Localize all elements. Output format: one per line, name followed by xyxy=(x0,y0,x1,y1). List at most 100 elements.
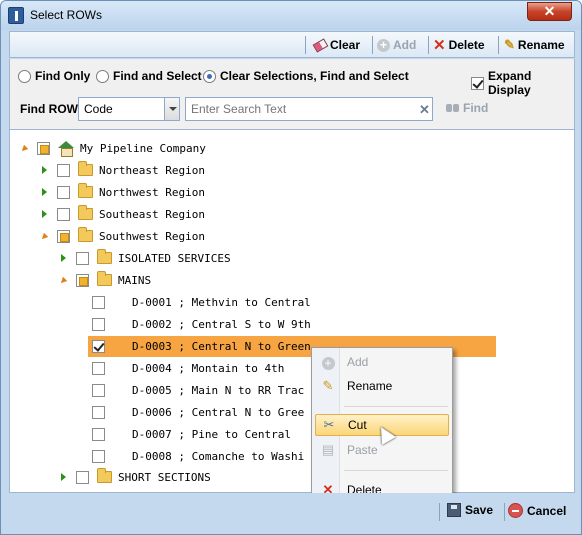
folder-icon xyxy=(78,183,93,198)
tree-node-row[interactable]: D-0001 ; Methvin to Central xyxy=(92,292,311,312)
close-button[interactable]: ✕ xyxy=(527,2,572,21)
node-label: Southwest Region xyxy=(99,229,205,243)
find-button[interactable]: Find xyxy=(446,101,488,115)
tree-node-row[interactable]: D-0006 ; Central N to Gree xyxy=(92,402,304,422)
expand-arrow-icon[interactable] xyxy=(39,165,49,175)
tree-node-northeast[interactable]: Northeast Region xyxy=(39,160,205,180)
node-label: ISOLATED SERVICES xyxy=(118,251,231,265)
menu-item-rename[interactable]: ✎ Rename xyxy=(315,375,449,397)
delete-icon: ✕ xyxy=(433,36,446,54)
node-checkbox[interactable] xyxy=(76,273,89,287)
node-checkbox[interactable] xyxy=(92,361,105,375)
add-button[interactable]: + Add xyxy=(377,36,416,54)
window-title: Select ROWs xyxy=(30,8,103,22)
radio-clear-find-select[interactable]: Clear Selections, Find and Select xyxy=(203,69,409,83)
node-checkbox[interactable] xyxy=(37,141,50,155)
binoculars-icon xyxy=(446,104,459,112)
expand-arrow-icon[interactable] xyxy=(58,275,68,285)
cancel-label: Cancel xyxy=(527,503,567,518)
radio-indicator xyxy=(203,69,216,83)
node-label: Northeast Region xyxy=(99,163,205,177)
folder-icon xyxy=(78,161,93,176)
expand-arrow-icon[interactable] xyxy=(39,209,49,219)
node-checkbox[interactable] xyxy=(92,295,105,309)
folder-icon xyxy=(97,249,112,264)
row-tree: My Pipeline Company Northeast Region Nor… xyxy=(9,129,575,493)
clear-label: Clear xyxy=(330,38,361,52)
expand-arrow-icon[interactable] xyxy=(58,253,68,263)
search-input[interactable] xyxy=(185,97,433,121)
tree-node-company[interactable]: My Pipeline Company xyxy=(19,138,206,158)
node-label: D-0001 ; Methvin to Central xyxy=(132,295,311,309)
tree-node-row[interactable]: D-0002 ; Central S to W 9th xyxy=(92,314,311,334)
node-checkbox[interactable] xyxy=(92,317,105,331)
save-button[interactable]: Save xyxy=(447,503,493,517)
node-checkbox[interactable] xyxy=(57,185,70,199)
add-icon: + xyxy=(315,355,341,370)
node-label: Southeast Region xyxy=(99,207,205,221)
rename-button[interactable]: ✎ Rename xyxy=(504,36,565,54)
node-checkbox[interactable] xyxy=(57,229,70,243)
menu-separator xyxy=(344,406,448,407)
tree-node-southwest[interactable]: Southwest Region xyxy=(39,226,205,246)
menu-item-label: Paste xyxy=(347,443,378,457)
node-checkbox[interactable] xyxy=(76,470,89,484)
clear-button[interactable]: Clear xyxy=(312,36,361,54)
tree-node-row[interactable]: D-0005 ; Main N to RR Trac xyxy=(92,380,304,400)
folder-icon xyxy=(78,205,93,220)
save-icon xyxy=(447,503,461,517)
tree-node-southeast[interactable]: Southeast Region xyxy=(39,204,205,224)
toolbar-separator xyxy=(305,36,306,54)
expand-arrow-icon[interactable] xyxy=(58,472,68,482)
menu-item-label: Rename xyxy=(347,379,393,393)
search-options: Find Only Find and Select Clear Selectio… xyxy=(9,59,575,129)
radio-find-only[interactable]: Find Only xyxy=(18,69,90,83)
node-checkbox[interactable] xyxy=(92,339,105,353)
tree-node-isolated-services[interactable]: ISOLATED SERVICES xyxy=(58,248,231,268)
tree-node-northwest[interactable]: Northwest Region xyxy=(39,182,205,202)
cancel-button[interactable]: Cancel xyxy=(508,503,566,518)
node-label: D-0002 ; Central S to W 9th xyxy=(132,317,311,331)
delete-label: Delete xyxy=(448,38,485,52)
save-label: Save xyxy=(465,503,494,517)
menu-separator xyxy=(344,470,448,471)
toolbar: Clear + Add ✕ Delete ✎ Rename xyxy=(9,31,575,58)
expand-arrow-icon[interactable] xyxy=(19,143,29,153)
toolbar-separator xyxy=(498,36,499,54)
node-label: SHORT SECTIONS xyxy=(118,470,211,484)
menu-item-add[interactable]: + Add xyxy=(315,351,449,373)
tree-node-row-selected[interactable]: D-0003 ; Central N to Green xyxy=(92,336,311,356)
tree-node-row[interactable]: D-0008 ; Comanche to Washi xyxy=(92,446,304,466)
node-checkbox[interactable] xyxy=(92,405,105,419)
node-checkbox[interactable] xyxy=(92,383,105,397)
tree-node-row[interactable]: D-0007 ; Pine to Central xyxy=(92,424,291,444)
radio-indicator xyxy=(18,69,31,83)
node-checkbox[interactable] xyxy=(76,251,89,265)
info-icon xyxy=(8,7,24,24)
node-label: My Pipeline Company xyxy=(80,141,206,155)
tree-node-short-sections[interactable]: SHORT SECTIONS xyxy=(58,467,211,487)
find-field-select[interactable]: Code xyxy=(78,97,180,121)
expand-arrow-icon[interactable] xyxy=(39,187,49,197)
radio-find-and-select[interactable]: Find and Select xyxy=(96,69,202,83)
expand-display-label: Expand Display xyxy=(488,69,532,97)
folder-icon xyxy=(97,468,112,483)
footer-separator xyxy=(504,503,505,521)
node-checkbox[interactable] xyxy=(92,427,105,441)
tree-node-row[interactable]: D-0004 ; Montain to 4th xyxy=(92,358,284,378)
menu-item-label: Add xyxy=(347,355,369,369)
node-label: Northwest Region xyxy=(99,185,205,199)
expand-display-checkbox[interactable]: Expand Display xyxy=(471,69,574,97)
delete-button[interactable]: ✕ Delete xyxy=(433,36,485,54)
node-checkbox[interactable] xyxy=(92,449,105,463)
select-rows-dialog: Select ROWs ✕ Clear + Add ✕ Delete ✎ Ren… xyxy=(0,0,582,535)
node-checkbox[interactable] xyxy=(57,207,70,221)
find-label: Find xyxy=(463,101,489,115)
checkbox-indicator xyxy=(471,76,484,90)
node-checkbox[interactable] xyxy=(57,163,70,177)
chevron-down-icon[interactable] xyxy=(164,98,179,120)
tree-node-mains[interactable]: MAINS xyxy=(58,270,151,290)
clear-search-icon[interactable]: ✕ xyxy=(419,102,430,118)
home-icon xyxy=(58,141,74,157)
expand-arrow-icon[interactable] xyxy=(39,231,49,241)
